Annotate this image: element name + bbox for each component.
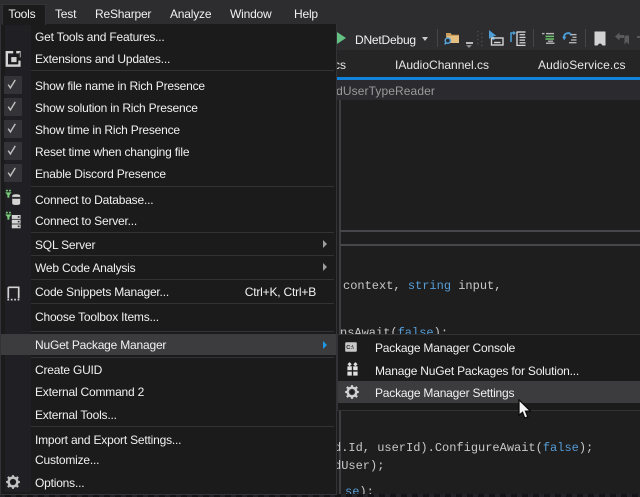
svg-text:C:\: C:\ <box>346 345 354 351</box>
